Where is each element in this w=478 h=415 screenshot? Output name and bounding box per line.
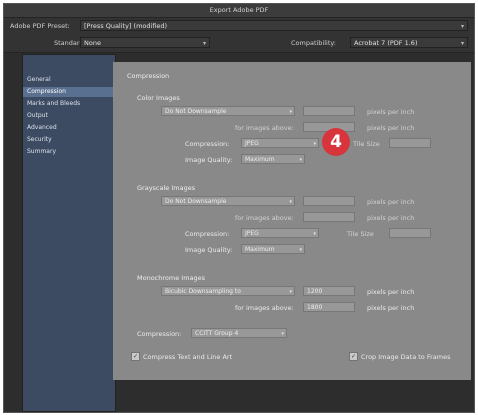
chevron-down-icon: ▾ [313,141,316,147]
gray-compression-select[interactable]: JPEG ▾ [241,228,319,238]
chevron-down-icon: ▾ [460,23,464,30]
gray-ppi-input[interactable] [303,196,355,206]
standard-select[interactable]: None ▾ [80,37,210,48]
color-above-ppi-label: pixels per inch [367,124,415,132]
gray-downsample-value: Do Not Downsample [165,198,227,205]
gray-quality-label: Image Quality: [185,246,233,254]
gray-downsample-select[interactable]: Do Not Downsample ▾ [161,196,295,206]
chevron-down-icon: ▾ [289,109,292,115]
mono-ppi-label: pixels per inch [367,288,415,296]
panel-title: Compression [127,72,170,80]
preset-value: [Press Quality] (modified) [84,22,168,30]
mono-downsample-value: Bicubic Downsampling to [165,288,241,295]
standard-row: Standard: None ▾ Compatibility: Acrobat … [4,34,474,53]
gray-ppi-label: pixels per inch [367,198,415,206]
crop-image-checkbox[interactable]: ✓ [349,352,358,361]
mono-above-ppi-label: pixels per inch [367,304,415,312]
compatibility-select[interactable]: Acrobat 7 (PDF 1.6) ▾ [350,37,468,48]
color-ppi-label: pixels per inch [367,108,415,116]
gray-compression-value: JPEG [245,230,259,237]
chevron-down-icon: ▾ [289,289,292,295]
mono-above-input[interactable]: 1800 [303,302,355,312]
color-compression-value: JPEG [245,140,259,147]
color-tile-size-input[interactable] [389,138,431,148]
sidebar-item-output[interactable]: Output [23,111,115,121]
gray-above-ppi-label: pixels per inch [367,214,415,222]
compress-text-checkbox[interactable]: ✓ [131,352,140,361]
chevron-down-icon: ▾ [299,157,302,163]
gray-tile-size-input[interactable] [389,228,431,238]
chevron-down-icon: ▾ [202,40,206,47]
sidebar-item-security[interactable]: Security [23,135,115,145]
chevron-down-icon: ▾ [281,331,284,337]
sidebar-item-advanced[interactable]: Advanced [23,123,115,133]
color-quality-label: Image Quality: [185,156,233,164]
gray-quality-value: Maximum [245,246,275,253]
mono-above-value: 1800 [307,304,323,311]
compatibility-label: Compatibility: [291,39,336,47]
preset-label: Adobe PDF Preset: [10,22,70,30]
compatibility-value: Acrobat 7 (PDF 1.6) [354,39,418,47]
sidebar-item-general[interactable]: General [23,75,115,85]
color-quality-value: Maximum [245,156,275,163]
gray-quality-select[interactable]: Maximum ▾ [241,244,305,254]
sidebar-item-marks-and-bleeds[interactable]: Marks and Bleeds [23,99,115,109]
compress-text-label: Compress Text and Line Art [143,353,233,361]
color-ppi-input[interactable] [303,106,355,116]
gray-tile-size-label: Tile Size [347,230,374,238]
color-compression-select[interactable]: JPEG ▾ [241,138,319,148]
crop-image-label: Crop Image Data to Frames [361,353,451,361]
chevron-down-icon: ▾ [299,247,302,253]
sidebar-item-compression[interactable]: Compression [23,87,115,97]
mono-compression-label: Compression: [137,330,182,338]
gray-above-label: for images above: [235,214,294,222]
color-above-label: for images above: [235,124,294,132]
sidebar: General Compression Marks and Bleeds Out… [22,54,116,412]
compression-panel: Compression Color Images Do Not Downsamp… [113,62,471,380]
mono-ppi-value: 1200 [307,288,323,295]
color-quality-select[interactable]: Maximum ▾ [241,154,305,164]
grayscale-images-heading: Grayscale Images [137,184,196,192]
gray-above-input[interactable] [303,212,355,222]
color-tile-size-label: Tile Size [353,140,380,148]
color-compression-label: Compression: [185,140,230,148]
chevron-down-icon: ▾ [313,231,316,237]
preset-select[interactable]: [Press Quality] (modified) ▾ [80,20,468,31]
monochrome-images-heading: Monochrome Images [137,274,206,282]
gray-compression-label: Compression: [185,230,230,238]
chevron-down-icon: ▾ [460,40,464,47]
step-number-badge: 4 [322,128,350,156]
window-title: Export Adobe PDF [4,4,474,18]
mono-ppi-input[interactable]: 1200 [303,286,355,296]
standard-value: None [84,39,101,47]
color-downsample-value: Do Not Downsample [165,108,227,115]
chevron-down-icon: ▾ [289,199,292,205]
mono-compression-select[interactable]: CCITT Group 4 ▾ [191,328,287,338]
mono-downsample-select[interactable]: Bicubic Downsampling to ▾ [161,286,295,296]
mono-above-label: for images above: [235,304,294,312]
color-downsample-select[interactable]: Do Not Downsample ▾ [161,106,295,116]
preset-row: Adobe PDF Preset: [Press Quality] (modif… [4,18,474,34]
mono-compression-value: CCITT Group 4 [195,330,239,337]
sidebar-item-summary[interactable]: Summary [23,147,115,157]
color-images-heading: Color Images [137,94,180,102]
